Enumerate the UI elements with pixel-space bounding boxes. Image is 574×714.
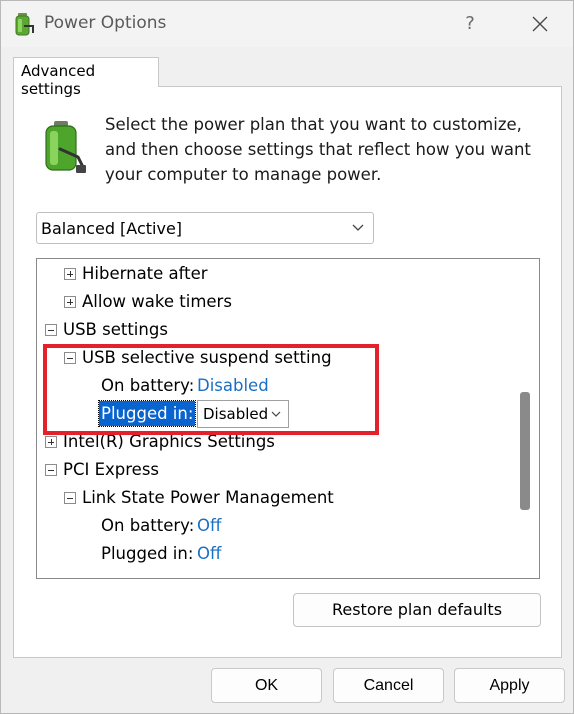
highlight-annotation-box [43, 344, 379, 435]
tab-label: Advanced settings [21, 62, 96, 98]
tab-advanced-settings[interactable]: Advanced settings [13, 57, 159, 98]
tree-item-label: Link State Power Management [82, 488, 334, 507]
ok-button[interactable]: OK [211, 668, 322, 703]
close-button[interactable] [525, 9, 555, 39]
setting-label: On battery: [101, 516, 195, 535]
cancel-button[interactable]: Cancel [333, 668, 444, 703]
help-button[interactable]: ? [456, 9, 484, 39]
battery-plug-icon [45, 121, 86, 173]
scrollbar-thumb[interactable] [520, 392, 530, 510]
restore-plan-defaults-button[interactable]: Restore plan defaults [293, 593, 541, 627]
chevron-down-icon [352, 224, 364, 231]
apply-button[interactable]: Apply [454, 668, 565, 703]
expand-plus-icon[interactable] [64, 296, 76, 308]
setting-value-link[interactable]: Off [197, 540, 221, 568]
tree-item-label: PCI Express [63, 460, 160, 479]
expand-plus-icon[interactable] [45, 436, 57, 448]
expand-plus-icon[interactable] [64, 268, 76, 280]
tree-item-label: Hibernate after [82, 264, 208, 283]
collapse-minus-icon[interactable] [64, 492, 76, 504]
window-title: Power Options [44, 13, 167, 33]
tree-item-label: USB settings [63, 320, 168, 339]
setting-value-link[interactable]: Off [197, 512, 221, 540]
title-bar[interactable]: Power Options ? [1, 1, 573, 47]
power-plan-dropdown[interactable]: Balanced [Active] [36, 212, 374, 244]
power-options-app-icon [15, 13, 34, 36]
collapse-minus-icon[interactable] [45, 464, 57, 476]
close-icon [532, 16, 548, 32]
power-plan-value: Balanced [Active] [41, 219, 183, 238]
power-options-window: Power Options ? Advanced settings Select… [0, 0, 574, 714]
tree-item-label: Allow wake timers [82, 292, 232, 311]
intro-text: Select the power plan that you want to c… [105, 115, 531, 184]
collapse-minus-icon[interactable] [45, 324, 57, 336]
setting-label: Plugged in: [101, 544, 194, 563]
